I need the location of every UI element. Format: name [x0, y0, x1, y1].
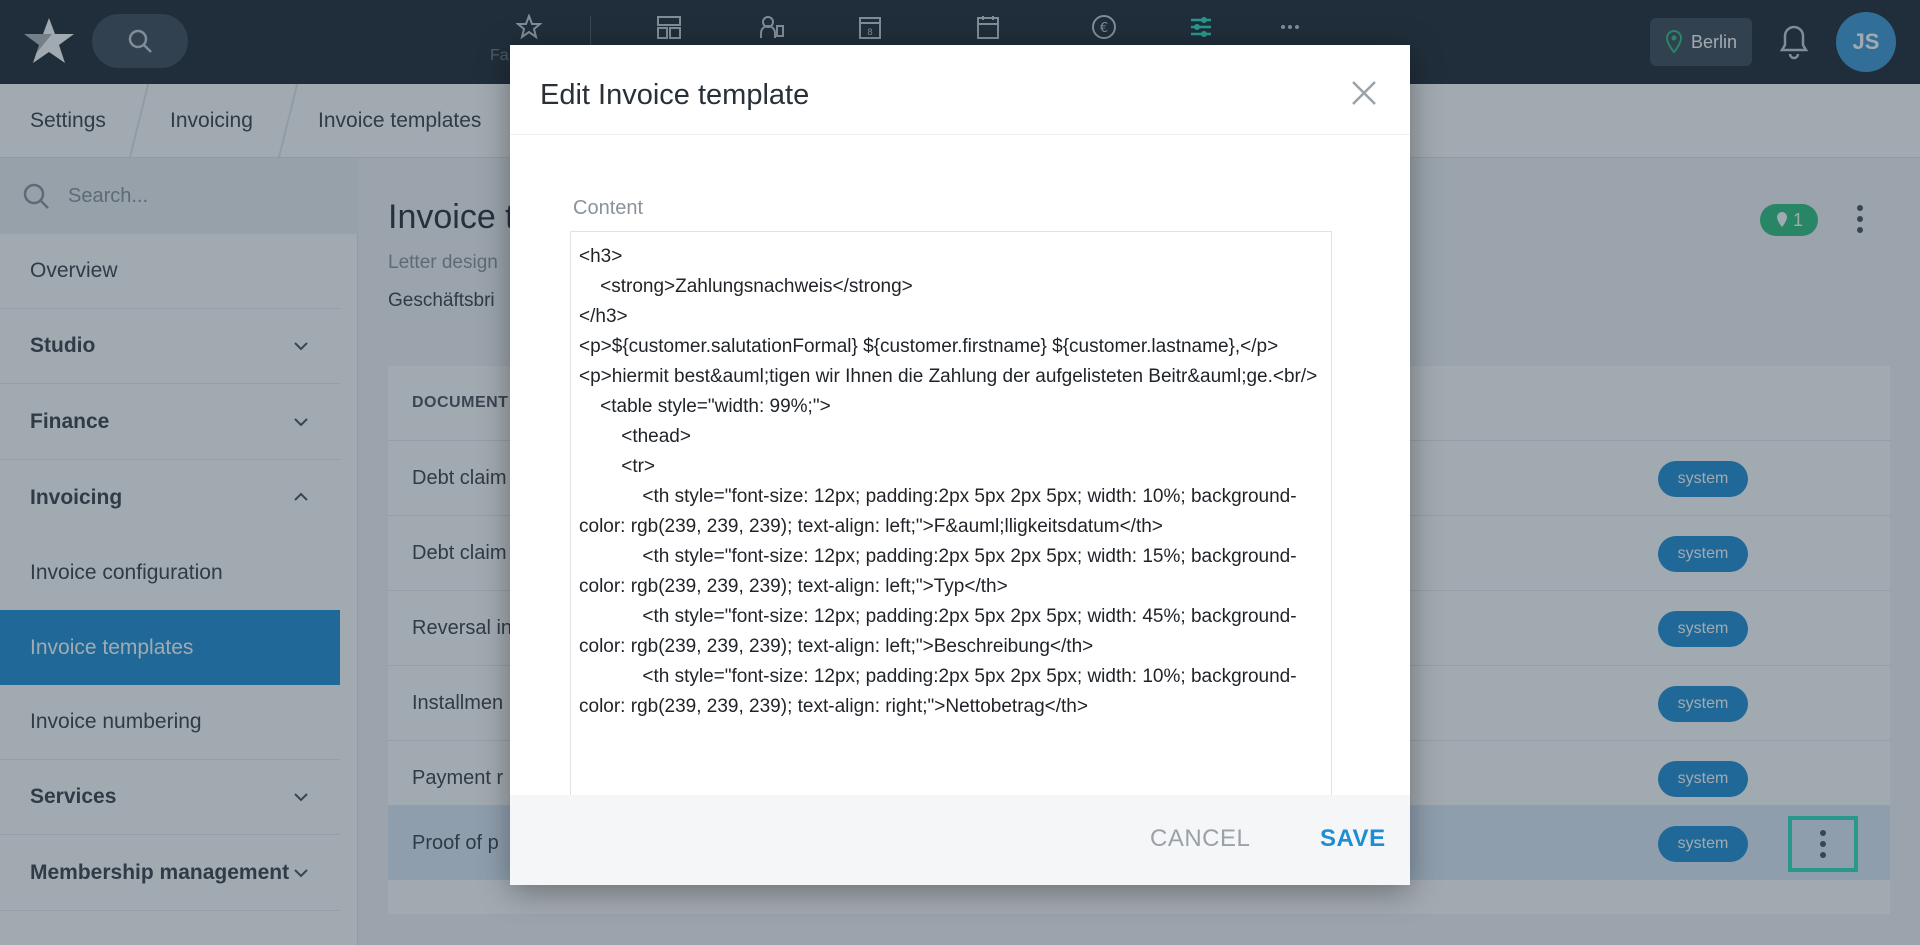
code-line: </h3> — [579, 306, 628, 327]
cancel-button[interactable]: CANCEL — [1150, 825, 1250, 853]
dialog-header: Edit Invoice template — [510, 45, 1410, 135]
code-line: <p>${customer.salutationFormal} ${custom… — [579, 336, 1279, 357]
code-line: <h3> — [579, 246, 623, 267]
save-button[interactable]: SAVE — [1320, 825, 1386, 853]
code-line: <tr> — [579, 456, 656, 477]
code-line: <p>hiermit best&auml;tigen wir Ihnen die… — [579, 366, 1318, 387]
close-icon[interactable] — [1346, 75, 1382, 111]
code-line: <th style="font-size: 12px; padding:2px … — [579, 606, 1297, 657]
code-line: <table style="width: 99%;"> — [579, 396, 831, 417]
dialog-title: Edit Invoice template — [540, 79, 810, 111]
content-code-editor[interactable]: <h3> <strong>Zahlungsnachweis</strong> <… — [570, 231, 1332, 841]
code-line: <th style="font-size: 12px; padding:2px … — [579, 486, 1297, 537]
content-field-label: Content — [573, 197, 644, 219]
dialog-footer: CANCEL SAVE — [510, 795, 1410, 885]
code-line: <th style="font-size: 12px; padding:2px … — [579, 666, 1297, 717]
code-line: <thead> — [579, 426, 691, 447]
code-line: <th style="font-size: 12px; padding:2px … — [579, 546, 1297, 597]
edit-invoice-template-dialog: Edit Invoice template Content <h3> <stro… — [510, 45, 1410, 885]
code-line: <strong>Zahlungsnachweis</strong> — [579, 276, 913, 297]
